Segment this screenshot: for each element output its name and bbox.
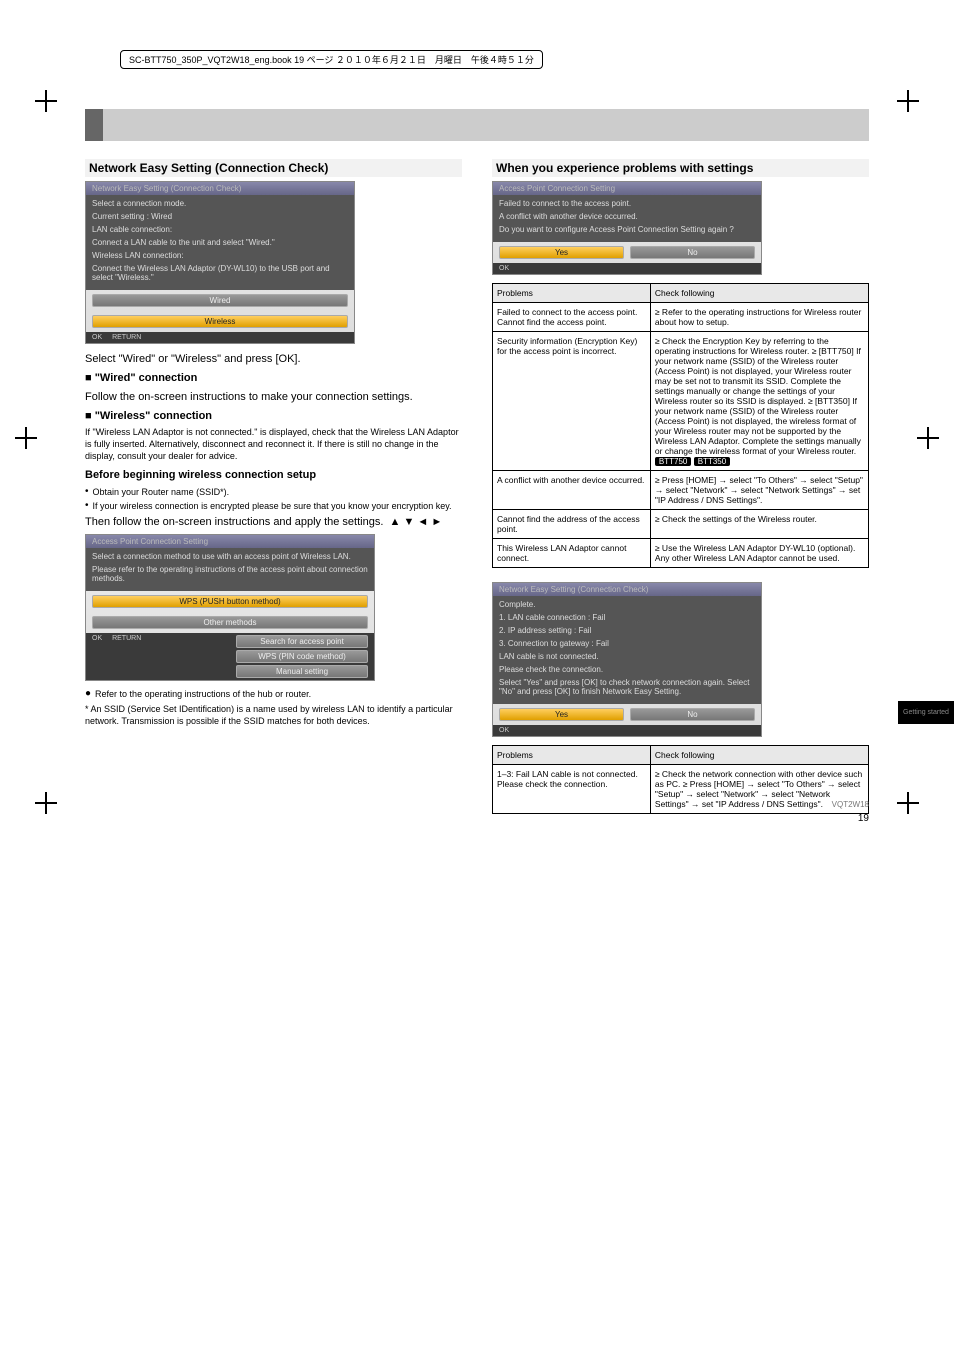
dialog-text: 2. IP address setting : Fail: [499, 626, 755, 635]
note-text: Refer to the operating instructions of t…: [95, 689, 311, 701]
dialog-title: Network Easy Setting (Connection Check): [493, 583, 761, 596]
cell-check: ≥ Check the Encryption Key by referring …: [650, 332, 868, 471]
cell-check: ≥ Check the settings of the Wireless rou…: [650, 510, 868, 539]
model-badge: BTT350: [694, 457, 730, 466]
dialog-access-point: Access Point Connection Setting Select a…: [85, 534, 375, 681]
btn-no[interactable]: No: [630, 246, 755, 259]
trouble-table-wired: Problems Check following 1–3: Fail LAN c…: [492, 745, 869, 814]
btn-yes[interactable]: Yes: [499, 708, 624, 721]
dialog-title: Network Easy Setting (Connection Check): [86, 182, 354, 195]
instruction-text: Before beginning wireless connection set…: [85, 468, 462, 483]
btn-manual[interactable]: Manual setting: [236, 665, 368, 678]
bullet-text: Obtain your Router name (SSID*).: [93, 487, 230, 499]
running-header: SC-BTT750_350P_VQT2W18_eng.book 19 ページ ２…: [120, 50, 543, 69]
wireless-heading: ■ "Wireless" connection: [85, 409, 462, 424]
wired-heading: ■ "Wired" connection: [85, 371, 462, 386]
btn-wireless[interactable]: Wireless: [92, 315, 348, 328]
dialog-text: Select "Yes" and press [OK] to check net…: [499, 678, 755, 696]
btn-wired[interactable]: Wired: [92, 294, 348, 307]
section-title-bar: [85, 109, 869, 141]
ok-label: OK: [92, 334, 102, 341]
model-badge: BTT750: [655, 457, 691, 466]
page-number: 19: [858, 813, 869, 824]
side-tab: Getting started: [898, 701, 954, 724]
footer-code: VQT2W18: [832, 800, 869, 809]
dialog-text: Select a connection mode.: [92, 199, 348, 208]
dialog-text: LAN cable is not connected.: [499, 652, 755, 661]
btn-search-ap[interactable]: Search for access point: [236, 635, 368, 648]
cell-problem: 1–3: Fail LAN cable is not connected. Pl…: [493, 765, 651, 814]
cell-problem: A conflict with another device occurred.: [493, 471, 651, 510]
arrow-glyphs: ▲ ▼ ◄ ►: [390, 516, 443, 528]
cell-problem: Security information (Encryption Key) fo…: [493, 332, 651, 471]
dialog-title: Access Point Connection Setting: [493, 182, 761, 195]
btn-yes[interactable]: Yes: [499, 246, 624, 259]
instruction-text: Then follow the on-screen instructions a…: [85, 515, 462, 530]
dialog-text: Connect the Wireless LAN Adaptor (DY-WL1…: [92, 264, 348, 282]
dialog-text: Current setting : Wired: [92, 212, 348, 221]
trouble-table-wireless: Problems Check following Failed to conne…: [492, 283, 869, 568]
instruction-text: Select "Wired" or "Wireless" and press […: [85, 352, 462, 367]
bullet-text: If your wireless connection is encrypted…: [93, 501, 452, 513]
dialog-text: 1. LAN cable connection : Fail: [499, 613, 755, 622]
cell-problem: This Wireless LAN Adaptor cannot connect…: [493, 539, 651, 568]
ok-label: OK: [499, 727, 509, 734]
btn-wps-pin[interactable]: WPS (PIN code method): [236, 650, 368, 663]
th-check: Check following: [650, 746, 868, 765]
dialog-text: Please check the connection.: [499, 665, 755, 674]
dialog-text: Wireless LAN connection:: [92, 251, 348, 260]
btn-other-methods[interactable]: Other methods: [92, 616, 368, 629]
dialog-text: Do you want to configure Access Point Co…: [499, 225, 755, 234]
ok-label: OK: [92, 635, 102, 642]
instruction-text: Follow the on-screen instructions to mak…: [85, 390, 462, 405]
dialog-text: A conflict with another device occurred.: [499, 212, 755, 221]
dialog-text: 3. Connection to gateway : Fail: [499, 639, 755, 648]
cell-problem: Cannot find the address of the access po…: [493, 510, 651, 539]
dialog-connection-mode: Network Easy Setting (Connection Check) …: [85, 181, 355, 344]
dialog-text: LAN cable connection:: [92, 225, 348, 234]
dialog-ap-fail: Access Point Connection Setting Failed t…: [492, 181, 762, 275]
th-check: Check following: [650, 284, 868, 303]
th-problems: Problems: [493, 746, 651, 765]
cell-check: ≥ Refer to the operating instructions fo…: [650, 303, 868, 332]
dialog-text: Failed to connect to the access point.: [499, 199, 755, 208]
th-problems: Problems: [493, 284, 651, 303]
instruction-text: If "Wireless LAN Adaptor is not connecte…: [85, 427, 462, 462]
dialog-conn-check-fail: Network Easy Setting (Connection Check) …: [492, 582, 762, 737]
cell-problem: Failed to connect to the access point. C…: [493, 303, 651, 332]
footnote-ssid: * An SSID (Service Set IDentification) i…: [85, 704, 462, 727]
btn-wps-push[interactable]: WPS (PUSH button method): [92, 595, 368, 608]
ok-label: OK: [499, 265, 509, 272]
dialog-text: Complete.: [499, 600, 755, 609]
dialog-text: Please refer to the operating instructio…: [92, 565, 368, 583]
btn-no[interactable]: No: [630, 708, 755, 721]
subhead-wireless-problems: When you experience problems with settin…: [492, 159, 869, 177]
return-label: RETURN: [112, 635, 141, 642]
cell-check: ≥ Use the Wireless LAN Adaptor DY-WL10 (…: [650, 539, 868, 568]
dialog-text: Connect a LAN cable to the unit and sele…: [92, 238, 348, 247]
dialog-text: Select a connection method to use with a…: [92, 552, 368, 561]
return-label: RETURN: [112, 334, 141, 341]
cell-check: ≥ Press [HOME] → select "To Others" → se…: [650, 471, 868, 510]
subhead-connection-check: Network Easy Setting (Connection Check): [85, 159, 462, 177]
dialog-title: Access Point Connection Setting: [86, 535, 374, 548]
